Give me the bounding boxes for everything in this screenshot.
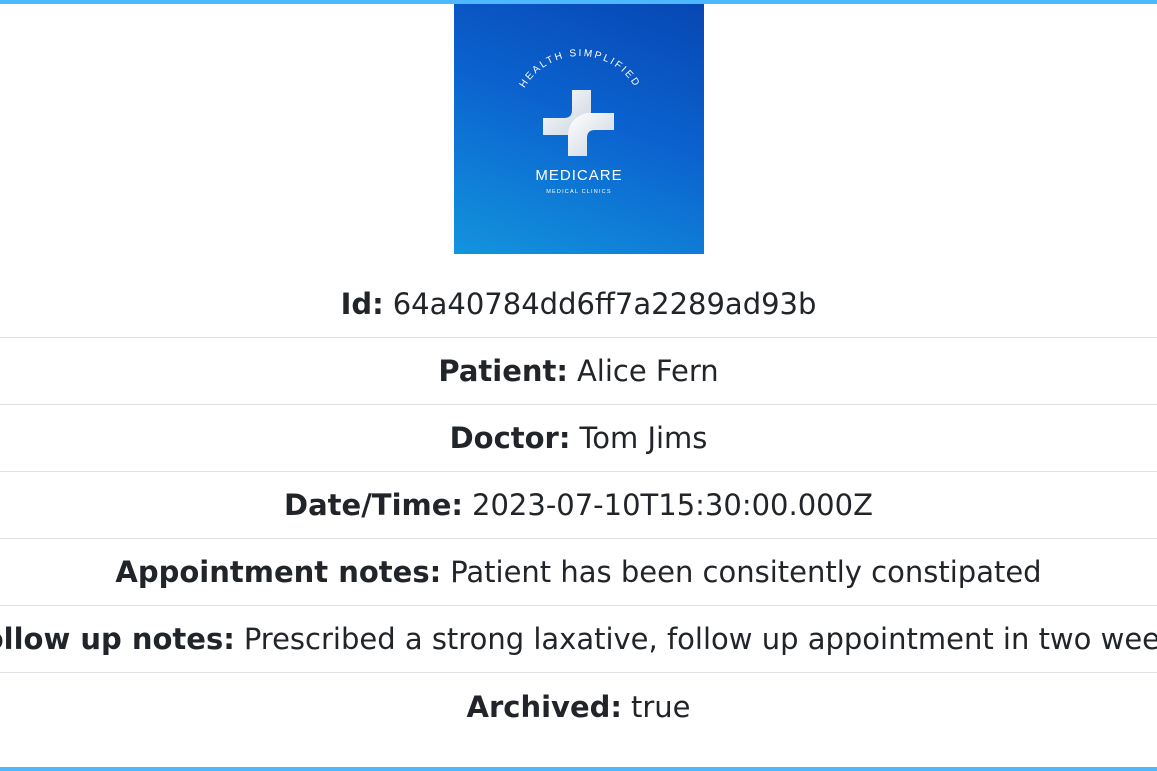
datetime-label: Date/Time:: [284, 488, 464, 522]
detail-row-patient: Patient: Alice Fern: [0, 338, 1157, 405]
detail-row-appointment-notes: Appointment notes: Patient has been cons…: [0, 539, 1157, 606]
appointment-notes-label: Appointment notes:: [115, 555, 442, 589]
detail-row-doctor: Doctor: Tom Jims: [0, 405, 1157, 472]
logo-container: HEALTH SIMPLIFIED MEDICARE MEDICAL CLINI…: [0, 4, 1157, 254]
patient-value: Alice Fern: [576, 354, 719, 388]
detail-row-archived: Archived: true: [0, 673, 1157, 740]
medicare-logo: HEALTH SIMPLIFIED MEDICARE MEDICAL CLINI…: [453, 4, 704, 254]
logo-brand: MEDICARE: [535, 167, 622, 184]
id-value: 64a40784dd6ff7a2289ad93b: [392, 287, 817, 321]
logo-arc-text: HEALTH SIMPLIFIED: [517, 48, 642, 90]
follow-up-notes-label: Follow up notes:: [0, 622, 235, 656]
cross-icon: [542, 90, 614, 156]
follow-up-notes-value: Prescribed a strong laxative, follow up …: [243, 622, 1157, 656]
appointment-notes-value: Patient has been consitently constipated: [450, 555, 1042, 589]
doctor-value: Tom Jims: [579, 421, 708, 455]
page-frame: HEALTH SIMPLIFIED MEDICARE MEDICAL CLINI…: [0, 0, 1157, 771]
detail-row-datetime: Date/Time: 2023-07-10T15:30:00.000Z: [0, 472, 1157, 539]
medicare-logo-graphic: HEALTH SIMPLIFIED MEDICARE MEDICAL CLINI…: [517, 48, 642, 195]
datetime-value: 2023-07-10T15:30:00.000Z: [472, 488, 873, 522]
id-label: Id:: [340, 287, 384, 321]
detail-row-follow-up-notes: Follow up notes: Prescribed a strong lax…: [0, 606, 1157, 673]
doctor-label: Doctor:: [449, 421, 571, 455]
archived-value: true: [630, 689, 691, 724]
archived-label: Archived:: [466, 689, 622, 724]
appointment-details: Id: 64a40784dd6ff7a2289ad93b Patient: Al…: [0, 271, 1157, 740]
detail-row-id: Id: 64a40784dd6ff7a2289ad93b: [0, 271, 1157, 338]
logo-subtitle: MEDICAL CLINICS: [546, 189, 611, 195]
patient-label: Patient:: [438, 354, 568, 388]
